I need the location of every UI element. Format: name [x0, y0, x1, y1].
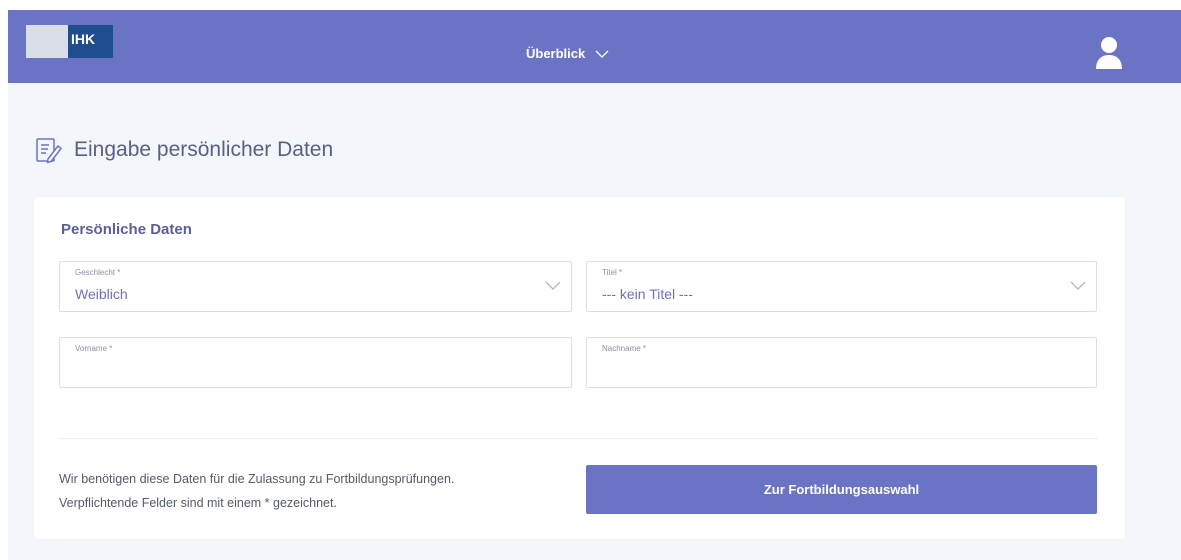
overview-menu[interactable]: Überblick — [526, 46, 609, 61]
title-value: --- kein Titel --- — [602, 286, 693, 302]
gender-select[interactable]: Geschlecht * Weiblich — [59, 261, 572, 312]
chevron-down-icon — [1070, 281, 1086, 290]
gender-label: Geschlecht * — [75, 268, 121, 277]
last-name-label: Nachname * — [602, 344, 647, 353]
first-name-field[interactable]: Vorname * — [59, 337, 572, 388]
info-line-1: Wir benötigen diese Daten für die Zulass… — [59, 472, 455, 486]
continue-to-training-selection-button[interactable]: Zur Fortbildungsauswahl — [586, 465, 1097, 514]
page-title: Eingabe persönlicher Daten — [34, 136, 333, 164]
personal-data-card: Persönliche Daten Geschlecht * Weiblich … — [34, 197, 1125, 539]
chevron-down-icon — [595, 50, 609, 58]
logo-block — [26, 25, 68, 58]
user-account-icon[interactable] — [1094, 36, 1124, 70]
top-navigation-bar: IHK Überblick — [8, 10, 1181, 83]
first-name-label: Vorname * — [75, 344, 113, 353]
gender-value: Weiblich — [75, 286, 128, 302]
title-select[interactable]: Titel * --- kein Titel --- — [586, 261, 1097, 312]
divider — [59, 438, 1098, 439]
chevron-down-icon — [545, 281, 561, 290]
logo-text: IHK — [68, 25, 113, 58]
edit-document-icon — [36, 138, 62, 164]
ihk-logo[interactable]: IHK — [26, 25, 113, 58]
page-title-text: Eingabe persönlicher Daten — [74, 138, 334, 161]
required-info-text: Wir benötigen diese Daten für die Zulass… — [59, 467, 454, 515]
section-title: Persönliche Daten — [61, 221, 192, 238]
info-line-2: Verpflichtende Felder sind mit einem * g… — [59, 496, 337, 510]
title-label: Titel * — [602, 268, 623, 277]
last-name-field[interactable]: Nachname * — [586, 337, 1097, 388]
overview-menu-label: Überblick — [526, 46, 586, 61]
